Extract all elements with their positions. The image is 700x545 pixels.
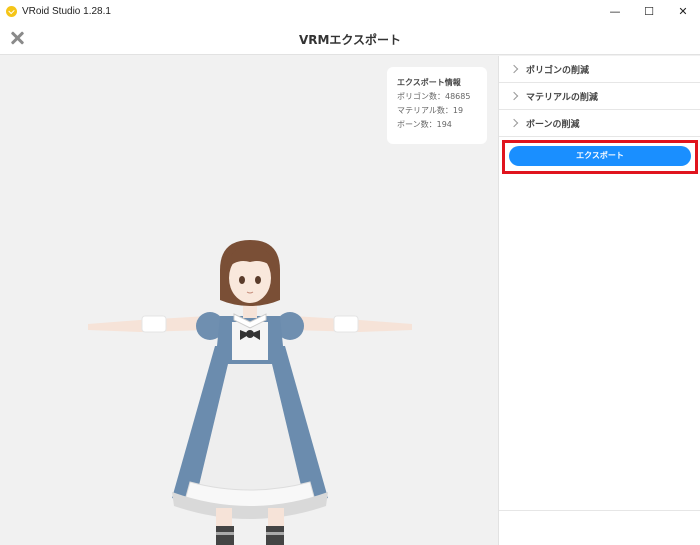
panel-footer-divider <box>499 510 700 511</box>
chevron-right-icon <box>509 91 519 101</box>
polygon-count: ポリゴン数：48685 <box>397 92 471 101</box>
minimize-button[interactable]: — <box>598 0 632 22</box>
chevron-right-icon <box>509 118 519 128</box>
chevron-right-icon <box>509 64 519 74</box>
app-title: VRoid Studio 1.28.1 <box>22 5 111 17</box>
window-titlebar: VRoid Studio 1.28.1 — ☐ ✕ <box>0 0 700 22</box>
material-count: マテリアル数：19 <box>397 106 464 115</box>
section-label: マテリアルの削減 <box>526 92 598 103</box>
export-info-card: エクスポート情報 ポリゴン数：48685 マテリアル数：19 ボーン数：194 <box>387 67 487 144</box>
export-settings-panel: ポリゴンの削減 マテリアルの削減 ボーンの削減 エクスポート <box>498 56 700 545</box>
export-header: VRMエクスポート <box>0 22 700 55</box>
section-material-reduction[interactable]: マテリアルの削減 <box>499 83 700 110</box>
window-close-button[interactable]: ✕ <box>666 0 700 22</box>
page-title: VRMエクスポート <box>298 33 402 47</box>
bone-count: ボーン数：194 <box>397 120 452 129</box>
export-button[interactable]: エクスポート <box>509 146 691 166</box>
window-controls: — ☐ ✕ <box>598 0 700 22</box>
model-viewport[interactable]: エクスポート情報 ポリゴン数：48685 マテリアル数：19 ボーン数：194 <box>0 56 498 545</box>
section-polygon-reduction[interactable]: ポリゴンの削減 <box>499 56 700 83</box>
maximize-button[interactable]: ☐ <box>632 0 666 22</box>
section-label: ポリゴンの削減 <box>526 65 590 76</box>
vroid-logo-icon <box>6 5 17 17</box>
section-label: ボーンの削減 <box>526 119 580 130</box>
avatar-model[interactable] <box>80 236 420 545</box>
export-info-title: エクスポート情報 <box>397 78 461 87</box>
section-bone-reduction[interactable]: ボーンの削減 <box>499 110 700 137</box>
